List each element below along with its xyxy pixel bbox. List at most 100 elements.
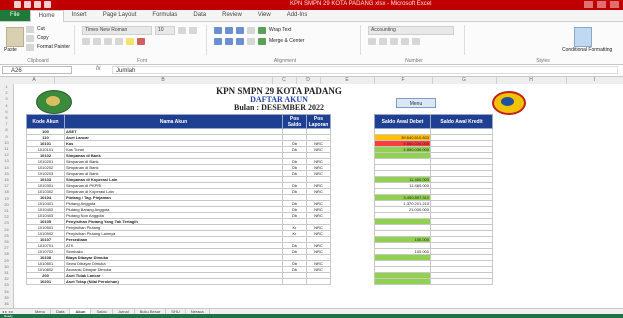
tab-insert[interactable]: Insert xyxy=(64,10,95,21)
row-number[interactable]: 10 xyxy=(0,140,13,146)
align-top-icon[interactable] xyxy=(214,26,222,34)
balance-row[interactable] xyxy=(374,278,493,285)
orientation-icon[interactable] xyxy=(247,26,255,34)
account-row[interactable]: 10201 Aset Tetap (Nilai Perolehan) xyxy=(26,278,331,285)
row-number[interactable]: 6 xyxy=(0,115,13,121)
tab-formulas[interactable]: Formulas xyxy=(144,10,185,21)
paste-icon[interactable] xyxy=(6,27,24,47)
row-number[interactable]: 14 xyxy=(0,165,13,171)
copy-icon[interactable] xyxy=(26,34,34,42)
column-header-b[interactable]: B xyxy=(54,77,273,84)
row-number[interactable]: 36 xyxy=(0,301,13,307)
row-number[interactable]: 28 xyxy=(0,251,13,257)
underline-icon[interactable] xyxy=(104,37,112,45)
row-number[interactable]: 2 xyxy=(0,90,13,96)
credit-balance[interactable] xyxy=(430,278,493,285)
row-number[interactable]: 5 xyxy=(0,109,13,115)
undo-icon[interactable] xyxy=(34,1,41,8)
row-number[interactable]: 33 xyxy=(0,282,13,288)
row-number[interactable]: 30 xyxy=(0,264,13,270)
column-header-e[interactable]: E xyxy=(320,77,375,84)
minimize-icon[interactable] xyxy=(584,1,593,8)
row-number[interactable]: 16 xyxy=(0,177,13,183)
merge-icon[interactable] xyxy=(258,37,266,45)
row-number[interactable]: 24 xyxy=(0,227,13,233)
row-number[interactable]: 34 xyxy=(0,289,13,295)
font-size-select[interactable]: 10 xyxy=(155,25,175,35)
indent-icon[interactable] xyxy=(247,37,255,45)
bold-icon[interactable] xyxy=(82,37,90,45)
tab-view[interactable]: View xyxy=(250,10,279,21)
menu-button[interactable]: Menu xyxy=(396,98,436,108)
conditional-formatting-icon[interactable] xyxy=(574,27,592,47)
column-header-c[interactable]: C xyxy=(272,77,297,84)
tab-page-layout[interactable]: Page Layout xyxy=(95,10,145,21)
tab-review[interactable]: Review xyxy=(214,10,250,21)
row-number[interactable]: 27 xyxy=(0,245,13,251)
row-number[interactable]: 31 xyxy=(0,270,13,276)
row-number[interactable]: 12 xyxy=(0,152,13,158)
column-header-a[interactable]: A xyxy=(14,77,55,84)
row-number[interactable]: 4 xyxy=(0,103,13,109)
tab-add-ins[interactable]: Add-Ins xyxy=(279,10,316,21)
worksheet[interactable]: KPN SMPN 29 KOTA PADANG DAFTAR AKUN Bula… xyxy=(14,84,623,308)
row-number[interactable]: 32 xyxy=(0,276,13,282)
format-painter-button[interactable]: Format Painter xyxy=(37,44,70,50)
cut-icon[interactable] xyxy=(26,25,34,33)
row-number[interactable]: 29 xyxy=(0,258,13,264)
italic-icon[interactable] xyxy=(93,37,101,45)
row-number[interactable]: 9 xyxy=(0,134,13,140)
row-number[interactable]: 13 xyxy=(0,158,13,164)
align-center-icon[interactable] xyxy=(225,37,233,45)
row-number[interactable]: 17 xyxy=(0,183,13,189)
wrap-text-button[interactable]: Wrap Text xyxy=(269,27,291,33)
tab-data[interactable]: Data xyxy=(185,10,214,21)
row-number[interactable]: 18 xyxy=(0,189,13,195)
balance-position[interactable] xyxy=(282,278,307,285)
row-number[interactable]: 26 xyxy=(0,239,13,245)
debit-balance[interactable] xyxy=(374,278,431,285)
comma-style-icon[interactable] xyxy=(390,37,398,45)
account-name[interactable]: Aset Tetap (Nilai Perolehan) xyxy=(64,278,283,285)
cut-button[interactable]: Cut xyxy=(37,26,45,32)
copy-button[interactable]: Copy xyxy=(37,35,49,41)
redo-icon[interactable] xyxy=(44,1,51,8)
column-header-i[interactable]: I xyxy=(566,77,623,84)
row-number[interactable]: 3 xyxy=(0,96,13,102)
column-header-d[interactable]: D xyxy=(296,77,321,84)
decrease-decimal-icon[interactable] xyxy=(412,37,420,45)
borders-icon[interactable] xyxy=(115,37,123,45)
name-box[interactable]: A26 xyxy=(2,66,72,74)
column-header-g[interactable]: G xyxy=(432,77,497,84)
align-bottom-icon[interactable] xyxy=(236,26,244,34)
percent-icon[interactable] xyxy=(379,37,387,45)
save-icon[interactable] xyxy=(24,1,31,8)
row-number[interactable]: 15 xyxy=(0,171,13,177)
fx-icon[interactable]: fx xyxy=(96,66,101,72)
row-number[interactable]: 21 xyxy=(0,208,13,214)
row-number[interactable]: 20 xyxy=(0,202,13,208)
row-number[interactable]: 8 xyxy=(0,127,13,133)
row-number[interactable]: 11 xyxy=(0,146,13,152)
align-right-icon[interactable] xyxy=(236,37,244,45)
format-painter-icon[interactable] xyxy=(26,43,34,51)
wrap-text-icon[interactable] xyxy=(258,26,266,34)
currency-icon[interactable] xyxy=(368,37,376,45)
account-code[interactable]: 10201 xyxy=(26,278,65,285)
shrink-font-icon[interactable] xyxy=(189,26,197,34)
row-number[interactable]: 19 xyxy=(0,196,13,202)
font-color-icon[interactable] xyxy=(137,37,145,45)
number-format-select[interactable]: Accounting xyxy=(368,25,454,35)
increase-decimal-icon[interactable] xyxy=(401,37,409,45)
conditional-formatting-button[interactable]: Conditional Formatting xyxy=(562,47,612,53)
tab-file[interactable]: File xyxy=(0,10,30,21)
grow-font-icon[interactable] xyxy=(178,26,186,34)
merge-center-button[interactable]: Merge & Center xyxy=(269,38,304,44)
row-number[interactable]: 23 xyxy=(0,220,13,226)
row-number[interactable]: 25 xyxy=(0,233,13,239)
row-number[interactable]: 1 xyxy=(0,84,13,90)
row-number[interactable]: 22 xyxy=(0,214,13,220)
paste-button[interactable]: Paste xyxy=(4,47,17,53)
column-header-f[interactable]: F xyxy=(374,77,433,84)
align-middle-icon[interactable] xyxy=(225,26,233,34)
